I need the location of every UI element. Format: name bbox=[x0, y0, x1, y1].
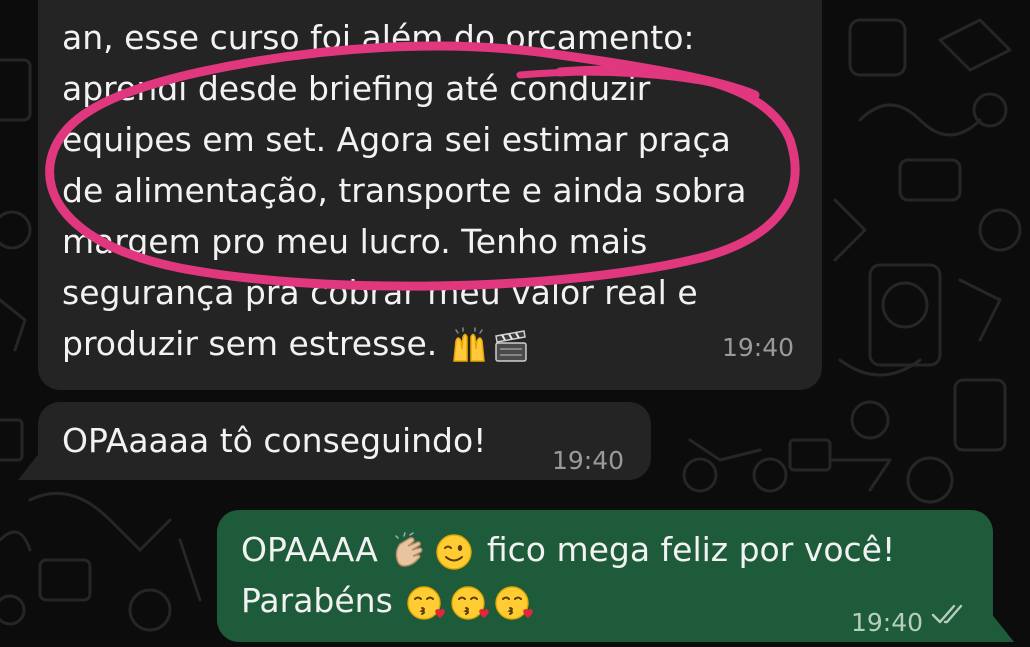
raising-hands-icon bbox=[452, 326, 485, 362]
message-line: Parabéns bbox=[241, 575, 895, 626]
message-line: OPAAAA fico mega feliz por você! bbox=[241, 524, 895, 575]
message-fragment: OPAAAA bbox=[241, 530, 378, 569]
message-line: an, esse curso foi além do orçamento: bbox=[62, 18, 695, 57]
chat-view: an, esse curso foi além do orçamento: ap… bbox=[0, 0, 1030, 647]
message-text: OPAaaaa tô conseguindo! bbox=[62, 415, 486, 466]
message-time: 19:40 bbox=[722, 333, 795, 362]
outgoing-message-bubble[interactable]: OPAAAA fico mega feliz por você! Parabén… bbox=[217, 510, 993, 642]
message-line-last: produzir sem estresse. bbox=[62, 318, 747, 369]
message-text: OPAAAA fico mega feliz por você! Parabén… bbox=[241, 524, 895, 626]
message-line: OPAaaaa tô conseguindo! bbox=[62, 421, 487, 460]
face-blowing-kiss-icon bbox=[407, 585, 446, 620]
clapper-board-icon bbox=[494, 329, 527, 362]
double-check-icon bbox=[931, 604, 963, 624]
message-fragment: fico mega feliz por você! bbox=[486, 530, 896, 569]
message-line: aprendi desde briefing até conduzir bbox=[62, 69, 651, 108]
clapping-hands-icon bbox=[395, 531, 423, 567]
message-line: segurança pra cobrar meu valor real e bbox=[62, 273, 698, 312]
message-fragment: Parabéns bbox=[241, 581, 393, 620]
face-blowing-kiss-icon bbox=[451, 585, 490, 620]
message-time: 19:40 bbox=[552, 446, 625, 475]
incoming-message-bubble[interactable]: OPAaaaa tô conseguindo! 19:40 bbox=[38, 402, 651, 480]
message-line: produzir sem estresse. bbox=[62, 324, 438, 363]
message-line: margem pro meu lucro. Tenho mais bbox=[62, 222, 648, 261]
message-time: 19:40 bbox=[851, 608, 924, 637]
message-line: equipes em set. Agora sei estimar praça bbox=[62, 120, 731, 159]
message-text: an, esse curso foi além do orçamento: ap… bbox=[62, 12, 747, 369]
face-blowing-kiss-icon bbox=[495, 585, 534, 620]
bubble-tail bbox=[18, 452, 40, 480]
incoming-message-bubble[interactable]: an, esse curso foi além do orçamento: ap… bbox=[38, 0, 822, 390]
bubble-tail bbox=[990, 612, 1014, 642]
winking-face-icon bbox=[436, 533, 473, 570]
message-line: de alimentação, transporte e ainda sobra bbox=[62, 171, 747, 210]
